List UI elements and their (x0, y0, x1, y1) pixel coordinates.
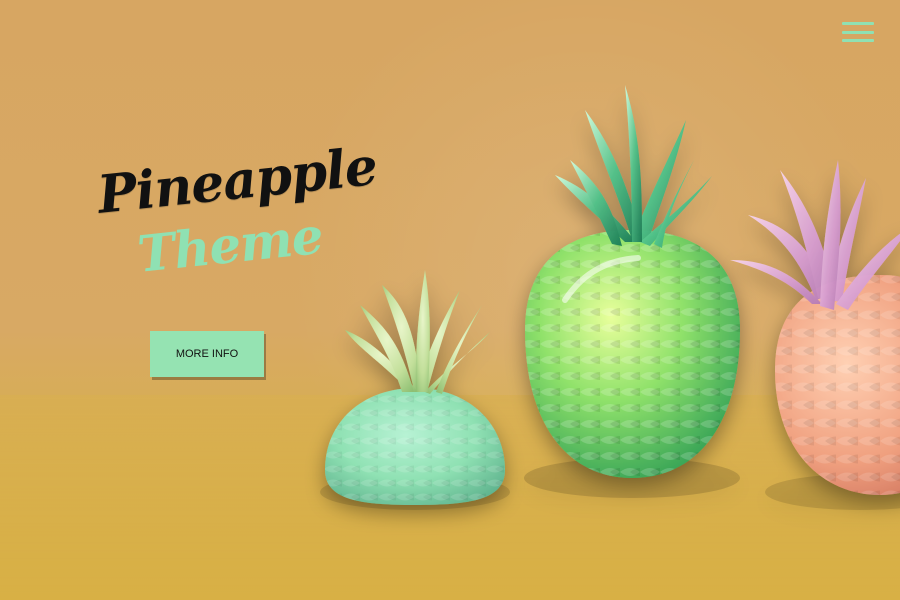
hamburger-menu-icon[interactable] (842, 22, 874, 42)
floor-surface (0, 395, 900, 600)
hamburger-line (842, 22, 874, 25)
hamburger-line (842, 30, 874, 34)
hero-background: Pineapple Theme MORE INFO (0, 0, 900, 600)
more-info-button[interactable]: MORE INFO (150, 331, 264, 377)
hamburger-line (842, 39, 874, 42)
hero-title: Pineapple Theme (95, 136, 380, 284)
